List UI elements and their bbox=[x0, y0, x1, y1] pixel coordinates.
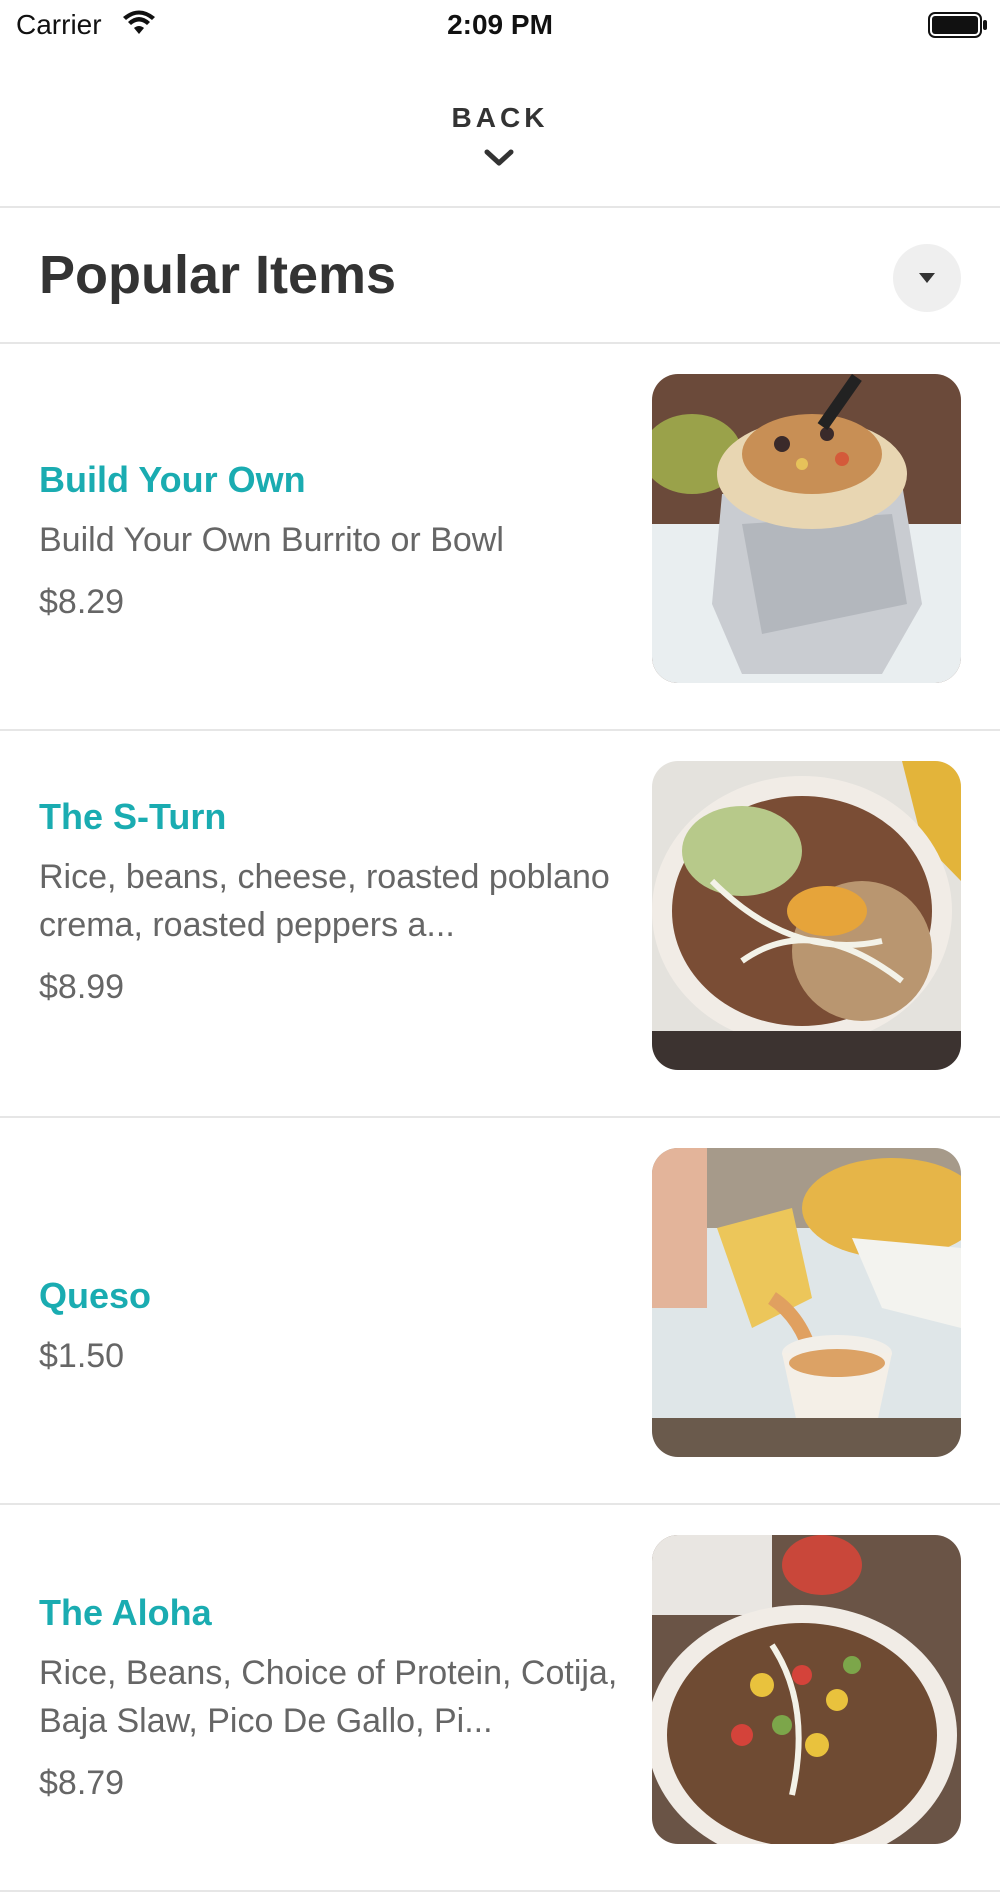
item-price: $8.99 bbox=[39, 968, 125, 1006]
status-bar: Carrier 2:09 PM bbox=[0, 0, 1000, 52]
item-description: Build Your Own Burrito or Bowl bbox=[39, 521, 504, 559]
item-name: The S-Turn bbox=[39, 796, 227, 837]
burrito-photo bbox=[652, 374, 961, 683]
aloha-bowl-photo bbox=[652, 1535, 961, 1844]
chevron-down-icon bbox=[484, 148, 514, 173]
menu-item-the-aloha[interactable]: The Aloha Rice, Beans, Choice of Protein… bbox=[0, 1505, 1000, 1892]
item-price: $8.79 bbox=[39, 1764, 125, 1802]
back-label: BACK bbox=[451, 102, 549, 133]
queso-photo bbox=[652, 1148, 961, 1457]
item-description: Rice, beans, cheese, roasted poblano cre… bbox=[39, 858, 610, 944]
section-dropdown-button[interactable] bbox=[893, 244, 961, 312]
back-button[interactable]: BACK bbox=[0, 52, 1000, 208]
menu-item-build-your-own[interactable]: Build Your Own Build Your Own Burrito or… bbox=[0, 344, 1000, 731]
item-price: $1.50 bbox=[39, 1337, 125, 1375]
section-header: Popular Items bbox=[0, 208, 1000, 344]
item-name: Build Your Own bbox=[39, 459, 306, 500]
bowl-photo bbox=[652, 761, 961, 1070]
item-price: $8.29 bbox=[39, 583, 125, 621]
item-name: The Aloha bbox=[39, 1592, 212, 1633]
status-time: 2:09 PM bbox=[447, 9, 553, 40]
menu-item-queso[interactable]: Queso $1.50 bbox=[0, 1118, 1000, 1505]
battery-icon bbox=[928, 12, 988, 43]
item-description: Rice, Beans, Choice of Protein, Cotija, … bbox=[39, 1654, 618, 1740]
item-name: Queso bbox=[39, 1275, 152, 1316]
menu-item-the-s-turn[interactable]: The S-Turn Rice, beans, cheese, roasted … bbox=[0, 731, 1000, 1118]
caret-down-icon bbox=[919, 273, 935, 283]
section-title: Popular Items bbox=[39, 245, 397, 305]
